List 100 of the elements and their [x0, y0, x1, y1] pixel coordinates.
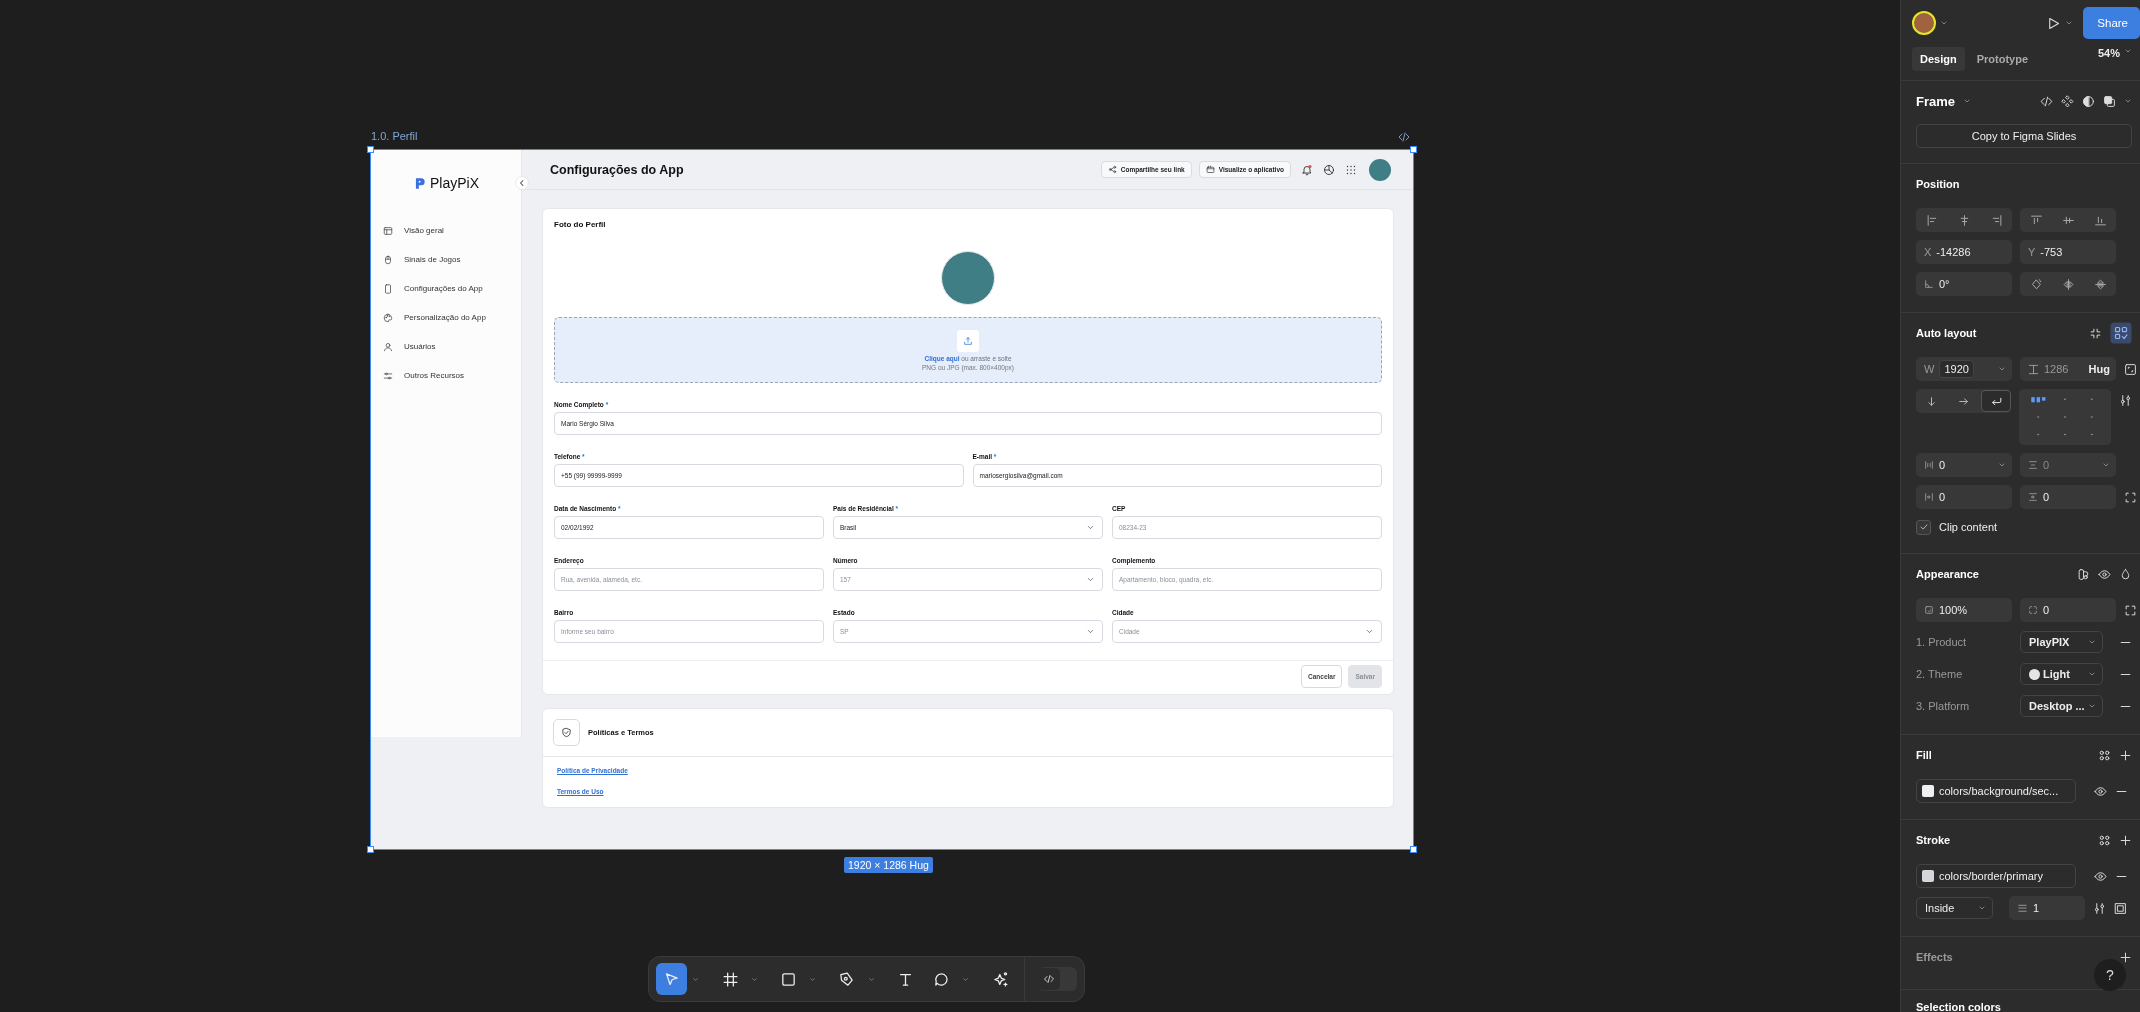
- move-tool[interactable]: [656, 963, 688, 995]
- opacity-field[interactable]: 100%: [1916, 598, 2012, 622]
- width-field[interactable]: W 1920: [1916, 357, 2012, 381]
- theme-swatch-icon: [2029, 668, 2040, 680]
- caret-icon[interactable]: [962, 975, 970, 983]
- grid-icon[interactable]: [1345, 163, 1357, 176]
- padding-field[interactable]: 0: [2020, 485, 2116, 509]
- code-icon[interactable]: [2040, 94, 2053, 108]
- mouse-icon: [383, 254, 393, 265]
- collapse-icon[interactable]: [2089, 326, 2102, 340]
- plus-icon[interactable]: [2119, 748, 2132, 762]
- y-field[interactable]: Y -753: [2020, 240, 2116, 264]
- dev-mode-toggle[interactable]: [1037, 967, 1077, 991]
- flip-vertical-icon[interactable]: [2093, 277, 2107, 291]
- variable-select[interactable]: Desktop ...: [2020, 695, 2103, 717]
- variable-select[interactable]: PlayPIX: [2020, 631, 2103, 653]
- caret-icon: [1978, 904, 1986, 912]
- sliders-icon[interactable]: [2093, 901, 2106, 915]
- mask-icon[interactable]: [2082, 94, 2095, 108]
- styles-icon[interactable]: [2098, 748, 2111, 762]
- code-icon[interactable]: [1398, 131, 1410, 143]
- speech-bubble-icon: [933, 970, 951, 988]
- clip-content-checkbox[interactable]: [1916, 519, 1931, 535]
- caret-icon: [2088, 702, 2096, 710]
- nav-item[interactable]: Usuários: [371, 332, 515, 361]
- chart-icon[interactable]: [1323, 163, 1335, 176]
- caret-icon: [1998, 365, 2006, 373]
- variable-select[interactable]: Light: [2020, 663, 2103, 685]
- selection-type[interactable]: Frame: [1916, 93, 1956, 109]
- drop-icon[interactable]: [2119, 567, 2132, 581]
- caret-icon[interactable]: [2124, 47, 2132, 55]
- eye-icon[interactable]: [2094, 869, 2107, 883]
- height-field[interactable]: 1286 Hug: [2020, 357, 2116, 381]
- corner-radius-icon: [2028, 605, 2038, 615]
- zoom-level[interactable]: 54%: [2097, 47, 2120, 59]
- padding-field[interactable]: 0: [1916, 485, 2012, 509]
- nav-item[interactable]: Sinais de Jogos: [371, 245, 515, 274]
- eye-icon[interactable]: [2098, 567, 2111, 581]
- corner-radius-field[interactable]: 0: [2020, 598, 2116, 622]
- padding-individual-icon[interactable]: [2124, 490, 2137, 504]
- user-icon: [383, 341, 393, 352]
- caret-icon[interactable]: [2065, 19, 2074, 27]
- frame-label[interactable]: 1.0. Perfil: [371, 130, 418, 142]
- selection-handle[interactable]: [1410, 146, 1417, 153]
- nav-item[interactable]: Outros Recursos: [371, 361, 515, 390]
- grid-layout-icon[interactable]: [2110, 322, 2132, 344]
- browser-icon: [1205, 165, 1215, 174]
- stroke-sides-icon[interactable]: [2114, 901, 2127, 915]
- selection-handle[interactable]: [367, 146, 374, 153]
- caret-icon[interactable]: [2124, 97, 2132, 105]
- caret-icon[interactable]: [867, 975, 875, 983]
- fill-style-field[interactable]: colors/background/sec...: [1916, 779, 2076, 803]
- nav-item[interactable]: Personalização do App: [371, 303, 515, 332]
- align-left-icon[interactable]: [1925, 213, 1939, 227]
- copy-button[interactable]: Copy to Figma Slides: [1916, 124, 2132, 148]
- component-icon[interactable]: [2061, 94, 2074, 108]
- caret-icon[interactable]: [1940, 19, 1948, 27]
- section-title: Appearance: [1916, 568, 1979, 580]
- avatar[interactable]: [1369, 158, 1391, 181]
- plus-icon[interactable]: [2119, 833, 2132, 847]
- caret-icon[interactable]: [809, 975, 817, 983]
- collapse-button[interactable]: [515, 176, 529, 190]
- caret-icon[interactable]: [750, 975, 758, 983]
- stroke-position-select[interactable]: Inside: [1916, 897, 1993, 919]
- gap-field[interactable]: 0: [1916, 453, 2012, 477]
- rotation-field[interactable]: 0°: [1916, 272, 2012, 296]
- bell-icon[interactable]: [1301, 163, 1313, 176]
- caret-icon[interactable]: [692, 975, 700, 983]
- panel-tab[interactable]: Design: [1912, 47, 1965, 71]
- plus-icon[interactable]: [2119, 950, 2132, 964]
- rotate-icon[interactable]: [2029, 277, 2043, 291]
- nav-item[interactable]: Visão geral: [371, 216, 515, 245]
- stroke-weight-field[interactable]: 1: [2009, 896, 2085, 920]
- pointer-icon: [663, 970, 681, 988]
- height-icon: [2028, 363, 2039, 375]
- eye-icon[interactable]: [2094, 784, 2107, 798]
- selection-handle[interactable]: [1410, 846, 1417, 853]
- opacity-icon: [1924, 605, 1934, 615]
- nav-item[interactable]: Configurações do App: [371, 274, 515, 303]
- align-top-icon[interactable]: [2029, 213, 2043, 227]
- gap-icon: [1924, 460, 1934, 470]
- help-button[interactable]: ?: [2094, 959, 2126, 991]
- direction-button[interactable]: [1981, 390, 2011, 412]
- user-avatar[interactable]: [1912, 11, 1936, 35]
- boolean-icon[interactable]: [2103, 94, 2116, 108]
- flip-horizontal-icon[interactable]: [2061, 277, 2075, 291]
- x-field[interactable]: X -14286: [1916, 240, 2012, 264]
- expand-corners-icon[interactable]: [2124, 603, 2137, 617]
- sliders-icon[interactable]: [2119, 394, 2132, 407]
- resize-icon[interactable]: [2124, 362, 2137, 376]
- caret-icon[interactable]: [1963, 97, 1972, 105]
- stroke-style-field[interactable]: colors/border/primary: [1916, 864, 2076, 888]
- selection-handle[interactable]: [367, 846, 374, 853]
- panel-tab[interactable]: Prototype: [1968, 47, 2037, 71]
- play-icon[interactable]: [2046, 15, 2062, 31]
- section-title: Fill: [1916, 749, 1932, 761]
- share-button[interactable]: Share: [2083, 7, 2140, 39]
- variable-mode-icon[interactable]: [2077, 567, 2090, 581]
- shield-check-icon: [561, 727, 572, 738]
- styles-icon[interactable]: [2098, 833, 2111, 847]
